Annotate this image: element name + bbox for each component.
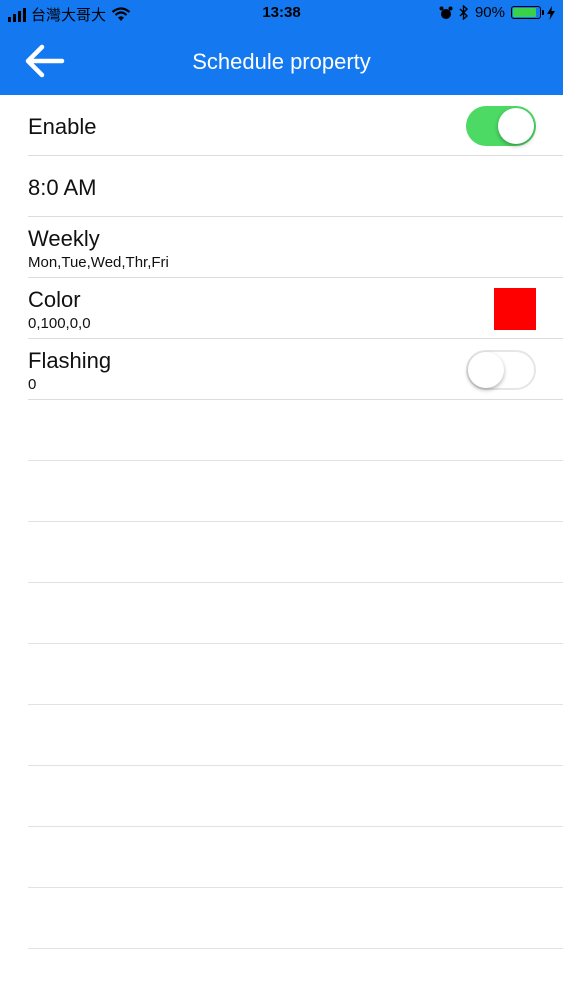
weekly-row[interactable]: Weekly Mon,Tue,Wed,Thr,Fri bbox=[28, 217, 563, 278]
weekly-label: Weekly bbox=[28, 226, 100, 251]
toggle-knob bbox=[498, 108, 534, 144]
time-row[interactable]: 8:0 AM bbox=[28, 156, 563, 217]
empty-row bbox=[28, 400, 563, 461]
charging-icon bbox=[547, 5, 555, 20]
flashing-row: Flashing 0 bbox=[28, 339, 563, 400]
settings-list: Enable 8:0 AM Weekly Mon,Tue,Wed,Thr,Fri… bbox=[0, 95, 563, 949]
enable-label: Enable bbox=[28, 114, 97, 139]
empty-row bbox=[28, 766, 563, 827]
status-bar-right: 90% bbox=[439, 4, 555, 21]
weekly-value: Mon,Tue,Wed,Thr,Fri bbox=[28, 254, 169, 271]
enable-row: Enable bbox=[28, 95, 563, 156]
flashing-toggle[interactable] bbox=[466, 350, 536, 390]
color-swatch[interactable] bbox=[494, 288, 536, 330]
empty-row bbox=[28, 705, 563, 766]
time-label: 8:0 AM bbox=[28, 175, 97, 200]
toggle-knob bbox=[468, 352, 504, 388]
schedule-property-screen: 台灣大哥大 13:38 90% Schedule property Enable… bbox=[0, 0, 563, 1000]
empty-row bbox=[28, 827, 563, 888]
color-label: Color bbox=[28, 287, 81, 312]
color-row[interactable]: Color 0,100,0,0 bbox=[28, 278, 563, 339]
empty-row bbox=[28, 583, 563, 644]
enable-toggle[interactable] bbox=[466, 106, 536, 146]
empty-row bbox=[28, 461, 563, 522]
color-value: 0,100,0,0 bbox=[28, 315, 91, 332]
nav-bar: Schedule property bbox=[0, 27, 563, 95]
flashing-value: 0 bbox=[28, 376, 37, 393]
status-bar: 台灣大哥大 13:38 90% bbox=[0, 0, 563, 27]
empty-row bbox=[28, 644, 563, 705]
alarm-icon bbox=[439, 6, 453, 19]
battery-percent: 90% bbox=[474, 4, 505, 21]
empty-row bbox=[28, 522, 563, 583]
flashing-label: Flashing bbox=[28, 348, 112, 373]
page-title: Schedule property bbox=[192, 49, 371, 74]
empty-row bbox=[28, 888, 563, 949]
battery-icon bbox=[511, 6, 544, 19]
bluetooth-icon bbox=[459, 5, 468, 20]
